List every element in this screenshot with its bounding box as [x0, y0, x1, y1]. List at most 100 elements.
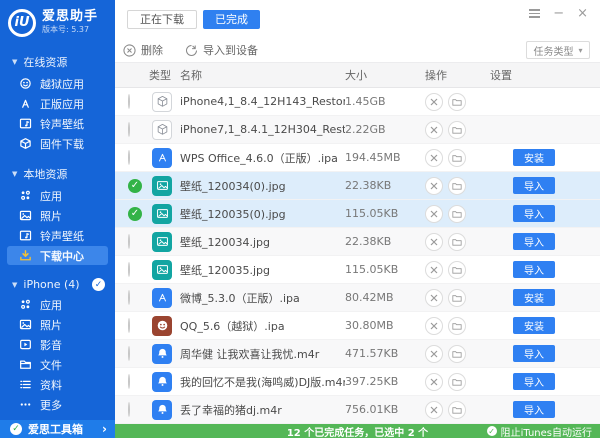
tab-completed[interactable]: 已完成	[203, 10, 260, 29]
sidebar-item-apps-grid[interactable]: 应用	[7, 295, 108, 314]
close-button[interactable]: ×	[577, 7, 588, 20]
open-folder-button[interactable]	[448, 93, 466, 111]
menu-icon[interactable]	[529, 9, 540, 18]
ringtone-icon	[152, 344, 172, 364]
open-folder-button[interactable]	[448, 233, 466, 251]
sidebar-item-photos[interactable]: 照片	[7, 315, 108, 334]
firmware-download-icon	[18, 137, 32, 151]
remove-task-button[interactable]	[425, 373, 443, 391]
col-name: 名称	[180, 67, 345, 83]
table-row[interactable]: 周华健 让我欢喜让我忧.m4r 471.57KB 导入	[115, 340, 600, 368]
row-checkbox[interactable]	[128, 262, 130, 277]
check-circle-icon: ✓	[487, 426, 497, 436]
remove-task-button[interactable]	[425, 177, 443, 195]
folder-icon	[452, 265, 462, 275]
sidebar-section-header[interactable]: ▼在线资源	[0, 50, 115, 74]
remove-task-button[interactable]	[425, 233, 443, 251]
install-button[interactable]: 安装	[513, 289, 555, 306]
remove-task-button[interactable]	[425, 121, 443, 139]
table-row[interactable]: ✓ 壁纸_120034(0).jpg 22.38KB 导入	[115, 172, 600, 200]
titlebar: 正在下载 已完成 − ×	[115, 0, 600, 38]
open-folder-button[interactable]	[448, 261, 466, 279]
open-folder-button[interactable]	[448, 373, 466, 391]
open-folder-button[interactable]	[448, 401, 466, 419]
remove-task-button[interactable]	[425, 317, 443, 335]
row-checkbox[interactable]	[128, 290, 130, 305]
row-checkbox[interactable]	[128, 94, 130, 109]
table-row[interactable]: WPS Office_4.6.0（正版）.ipa 194.45MB 安装	[115, 144, 600, 172]
sidebar-item-media[interactable]: 影音	[7, 335, 108, 354]
sidebar-item-data[interactable]: 资料	[7, 375, 108, 394]
sidebar-item-ringtone-wallpaper[interactable]: 铃声壁纸	[7, 226, 108, 245]
install-button[interactable]: 安装	[513, 149, 555, 166]
row-checkbox[interactable]	[128, 374, 130, 389]
remove-task-button[interactable]	[425, 289, 443, 307]
sidebar-item-files[interactable]: 文件	[7, 355, 108, 374]
wallpaper-icon	[152, 260, 172, 280]
row-checkbox[interactable]	[128, 122, 130, 137]
import-button[interactable]: 导入	[513, 233, 555, 250]
open-folder-button[interactable]	[448, 289, 466, 307]
media-icon	[18, 338, 32, 352]
x-icon	[429, 349, 439, 359]
table-row[interactable]: 丢了幸福的猪dj.m4r 756.01KB 导入	[115, 396, 600, 424]
table-row[interactable]: ✓ 壁纸_120035(0).jpg 115.05KB 导入	[115, 200, 600, 228]
sidebar-item-jailbreak-app[interactable]: 越狱应用	[7, 74, 108, 93]
minimize-button[interactable]: −	[553, 7, 564, 20]
sidebar-item-toolbox[interactable]: ✓ 爱思工具箱 ›	[0, 420, 115, 438]
import-button[interactable]: 导入	[513, 177, 555, 194]
delete-button[interactable]: 删除	[123, 42, 163, 58]
open-folder-button[interactable]	[448, 149, 466, 167]
open-folder-button[interactable]	[448, 345, 466, 363]
row-checkbox[interactable]: ✓	[128, 207, 142, 221]
import-button[interactable]: 导入	[513, 401, 555, 418]
sidebar-item-more[interactable]: 更多	[7, 395, 108, 414]
open-folder-button[interactable]	[448, 205, 466, 223]
table-row[interactable]: 壁纸_120035.jpg 115.05KB 导入	[115, 256, 600, 284]
import-button[interactable]: 导入	[513, 261, 555, 278]
table-row[interactable]: 微博_5.3.0（正版）.ipa 80.42MB 安装	[115, 284, 600, 312]
sidebar-section-header[interactable]: ▼iPhone (4)✓	[0, 274, 115, 295]
table-row[interactable]: iPhone7,1_8.4.1_12H304_Restore.ipsw 2.22…	[115, 116, 600, 144]
import-button[interactable]: 导入	[513, 373, 555, 390]
open-folder-button[interactable]	[448, 177, 466, 195]
remove-task-button[interactable]	[425, 93, 443, 111]
row-checkbox[interactable]	[128, 150, 130, 165]
row-checkbox[interactable]	[128, 402, 130, 417]
row-checkbox[interactable]	[128, 318, 130, 333]
remove-task-button[interactable]	[425, 345, 443, 363]
row-checkbox[interactable]	[128, 234, 130, 249]
import-button[interactable]: 导入	[513, 345, 555, 362]
sidebar-item-apps-grid[interactable]: 应用	[7, 186, 108, 205]
import-to-device-button[interactable]: 导入到设备	[185, 42, 258, 58]
import-button[interactable]: 导入	[513, 205, 555, 222]
remove-task-button[interactable]	[425, 261, 443, 279]
wallpaper-icon	[152, 204, 172, 224]
col-ops: 操作	[425, 67, 490, 83]
sidebar-item-firmware-download[interactable]: 固件下载	[7, 134, 108, 153]
genuine-app-icon	[18, 97, 32, 111]
col-settings: 设置	[490, 67, 600, 83]
table-row[interactable]: 壁纸_120034.jpg 22.38KB 导入	[115, 228, 600, 256]
sidebar-item-photos[interactable]: 照片	[7, 206, 108, 225]
table-row[interactable]: QQ_5.6（越狱）.ipa 30.80MB 安装	[115, 312, 600, 340]
open-folder-button[interactable]	[448, 121, 466, 139]
sidebar-item-ringtone-wallpaper[interactable]: 铃声壁纸	[7, 114, 108, 133]
tab-downloading[interactable]: 正在下载	[127, 10, 197, 29]
app-store-icon	[152, 148, 172, 168]
table-row[interactable]: iPhone4,1_8.4_12H143_Restore.ipsw 1.45GB	[115, 88, 600, 116]
sidebar-section-header[interactable]: ▼本地资源	[0, 162, 115, 186]
row-checkbox[interactable]	[128, 346, 130, 361]
sidebar-item-genuine-app[interactable]: 正版应用	[7, 94, 108, 113]
row-checkbox[interactable]: ✓	[128, 179, 142, 193]
open-folder-button[interactable]	[448, 317, 466, 335]
remove-task-button[interactable]	[425, 205, 443, 223]
table-row[interactable]: 我的回忆不是我(海鸣威)DJ版.m4r 397.25KB 导入	[115, 368, 600, 396]
remove-task-button[interactable]	[425, 149, 443, 167]
remove-task-button[interactable]	[425, 401, 443, 419]
block-itunes-toggle[interactable]: ✓ 阻止iTunes自动运行	[487, 424, 592, 439]
task-type-dropdown[interactable]: 任务类型 ▾	[526, 41, 590, 59]
sidebar-item-download-center[interactable]: 下载中心	[7, 246, 108, 265]
install-button[interactable]: 安装	[513, 317, 555, 334]
file-size: 756.01KB	[345, 403, 425, 416]
